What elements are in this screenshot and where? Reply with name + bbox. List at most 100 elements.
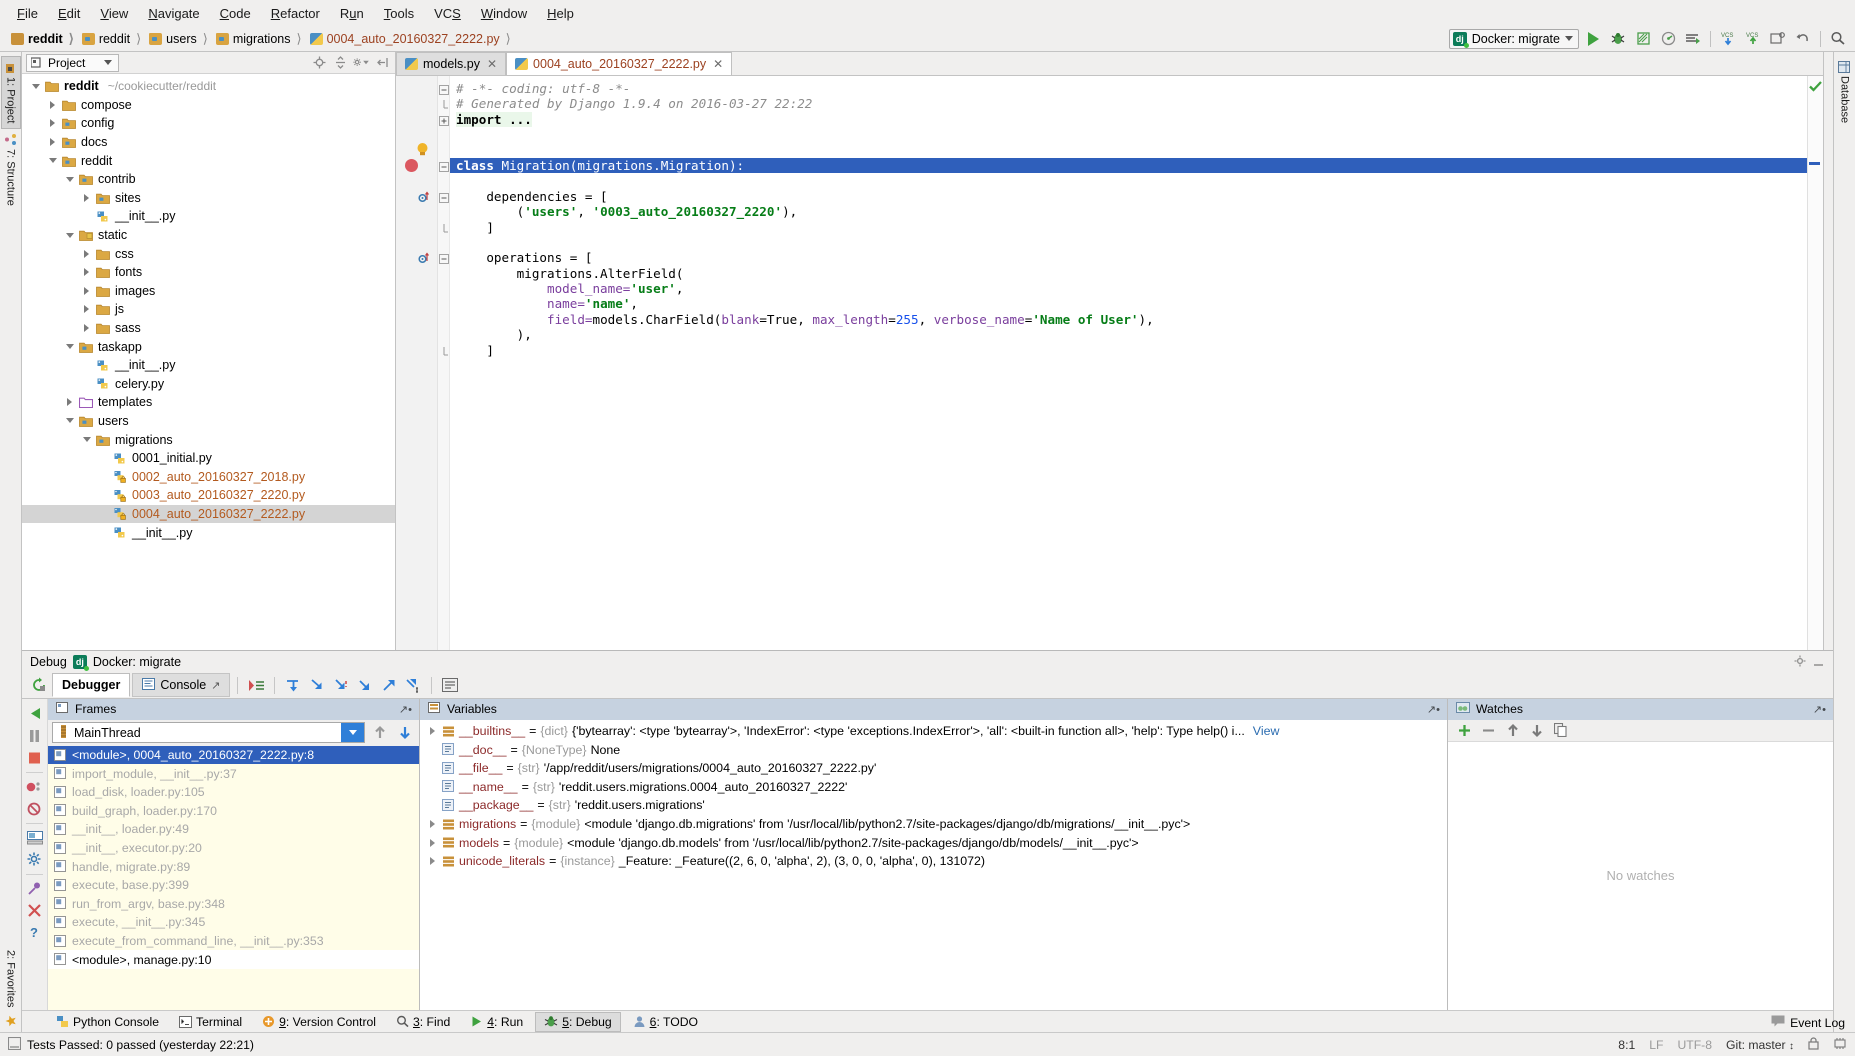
help-icon[interactable]: ?: [24, 922, 46, 944]
frame-item[interactable]: execute, base.py:399: [48, 876, 419, 895]
field-marker-icon[interactable]: [418, 251, 431, 267]
copy-icon[interactable]: [1550, 721, 1571, 740]
chevron-right-icon[interactable]: [47, 99, 58, 110]
code-line[interactable]: [450, 127, 1807, 142]
chevron-right-icon[interactable]: [81, 192, 92, 203]
menu-refactor[interactable]: Refactor: [262, 3, 329, 24]
resume-program-icon[interactable]: [24, 703, 46, 725]
chevron-right-icon[interactable]: [81, 248, 92, 259]
field-marker-icon[interactable]: [418, 190, 431, 206]
project-tree[interactable]: reddit~/cookiecutter/redditcomposeconfig…: [22, 74, 395, 650]
lock-icon[interactable]: [1808, 1037, 1819, 1053]
tab-models-py[interactable]: models.py ✕: [396, 52, 506, 75]
project-pane-title[interactable]: Project: [26, 54, 119, 72]
code-line[interactable]: [450, 235, 1807, 250]
code-fold-marker[interactable]: [439, 161, 449, 171]
tree-node-sass[interactable]: sass: [22, 319, 395, 338]
gear-icon[interactable]: [1794, 655, 1807, 671]
vcs-update-icon[interactable]: VCS: [1717, 29, 1739, 49]
force-step-into-icon[interactable]: [330, 675, 352, 696]
editor-gutter[interactable]: [396, 76, 438, 650]
chevron-right-icon[interactable]: [47, 137, 58, 148]
tool-window-button-python-console[interactable]: Python Console: [48, 1012, 167, 1032]
collapse-all-icon[interactable]: [332, 54, 349, 71]
frame-item[interactable]: __init__, loader.py:49: [48, 820, 419, 839]
vcs-branch-widget[interactable]: Git: master ↕: [1726, 1038, 1794, 1052]
memory-indicator-icon[interactable]: [1833, 1037, 1847, 1053]
code-line[interactable]: import ...: [450, 112, 1807, 127]
tree-node-sites[interactable]: sites: [22, 189, 395, 208]
variable-row[interactable]: __file__ = {str} '/app/reddit/users/migr…: [420, 759, 1447, 778]
chevron-right-icon[interactable]: [426, 839, 438, 847]
add-watch-icon[interactable]: [1454, 721, 1475, 740]
tree-node--init-py[interactable]: __init__.py: [22, 523, 395, 542]
code-line[interactable]: ]: [450, 343, 1807, 358]
mute-breakpoints-icon[interactable]: [24, 798, 46, 820]
tool-window-button-terminal[interactable]: Terminal: [171, 1012, 250, 1032]
menu-file[interactable]: File: [8, 3, 47, 24]
pin-icon[interactable]: ↗: [211, 679, 220, 692]
tool-window-button-6-todo[interactable]: 6: TODO: [625, 1012, 706, 1032]
hide-panel-icon[interactable]: [374, 54, 391, 71]
event-log-widget[interactable]: Event Log: [1771, 1015, 1845, 1030]
chevron-down-icon[interactable]: [341, 723, 364, 742]
tab-debugger[interactable]: Debugger: [52, 673, 130, 697]
settings-pin-icon[interactable]: ↗•: [1427, 703, 1440, 716]
sidebar-item-structure[interactable]: 7: Structure: [2, 129, 20, 211]
remove-watch-icon[interactable]: [1478, 721, 1499, 740]
undo-icon[interactable]: [1792, 29, 1814, 49]
tree-node-0002-auto-20160327-2018-py[interactable]: 0002_auto_20160327_2018.py: [22, 467, 395, 486]
frame-item[interactable]: build_graph, loader.py:170: [48, 802, 419, 821]
variable-row[interactable]: __builtins__ = {dict} {'bytearray': <typ…: [420, 722, 1447, 741]
tree-node-js[interactable]: js: [22, 300, 395, 319]
tab-migration-py[interactable]: 0004_auto_20160327_2222.py ✕: [506, 52, 732, 75]
chevron-right-icon[interactable]: [64, 397, 75, 408]
code-line[interactable]: [450, 173, 1807, 188]
code-fold-marker[interactable]: [439, 115, 449, 125]
code-line[interactable]: operations = [: [450, 250, 1807, 265]
code-fold-marker[interactable]: [439, 346, 449, 356]
frame-item[interactable]: execute, __init__.py:345: [48, 913, 419, 932]
variable-row[interactable]: unicode_literals = {instance} _Feature: …: [420, 852, 1447, 871]
close-icon[interactable]: ✕: [713, 57, 723, 71]
step-into-icon[interactable]: [306, 675, 328, 696]
scroll-from-source-icon[interactable]: [311, 54, 328, 71]
tree-node-compose[interactable]: compose: [22, 96, 395, 115]
chevron-right-icon[interactable]: [81, 285, 92, 296]
thread-selector[interactable]: MainThread: [52, 722, 365, 743]
chevron-down-icon[interactable]: [47, 155, 58, 166]
breadcrumb-item-3[interactable]: migrations ⟩: [213, 31, 307, 47]
tree-node-reddit[interactable]: reddit~/cookiecutter/reddit: [22, 77, 395, 96]
code-line[interactable]: name='name',: [450, 296, 1807, 311]
chevron-down-icon[interactable]: [64, 415, 75, 426]
menu-help[interactable]: Help: [538, 3, 583, 24]
chevron-down-icon[interactable]: [30, 81, 41, 92]
code-line[interactable]: # -*- coding: utf-8 -*-: [450, 81, 1807, 96]
code-fold-marker[interactable]: [439, 192, 449, 202]
sidebar-item-project[interactable]: 1: Project: [1, 56, 21, 129]
code-line[interactable]: [450, 143, 1807, 158]
settings-icon[interactable]: [24, 849, 46, 871]
tree-node-templates[interactable]: templates: [22, 393, 395, 412]
tree-node-celery-py[interactable]: celery.py: [22, 375, 395, 394]
sidebar-item-database[interactable]: Database: [1836, 56, 1854, 128]
hide-panel-icon[interactable]: [1812, 655, 1825, 671]
frame-item[interactable]: run_from_argv, base.py:348: [48, 895, 419, 914]
tree-node-contrib[interactable]: contrib: [22, 170, 395, 189]
breadcrumb-item-4[interactable]: 0004_auto_20160327_2222.py ⟩: [307, 31, 516, 47]
search-everywhere-icon[interactable]: [1827, 29, 1849, 49]
code-line[interactable]: field=models.CharField(blank=True, max_l…: [450, 312, 1807, 327]
stop-program-icon[interactable]: [24, 747, 46, 769]
code-fold-marker[interactable]: [439, 223, 449, 233]
run-configuration-selector[interactable]: dj Docker: migrate: [1449, 29, 1579, 49]
intention-bulb-icon[interactable]: [416, 142, 429, 160]
step-out-icon[interactable]: [354, 675, 376, 696]
chevron-right-icon[interactable]: [47, 118, 58, 129]
tree-node--init-py[interactable]: __init__.py: [22, 207, 395, 226]
step-over-icon[interactable]: [282, 675, 304, 696]
frames-list[interactable]: <module>, 0004_auto_20160327_2222.py:8im…: [48, 746, 419, 1010]
breakpoint-icon[interactable]: [405, 159, 418, 172]
menu-edit[interactable]: Edit: [49, 3, 89, 24]
menu-navigate[interactable]: Navigate: [139, 3, 208, 24]
tree-node-0003-auto-20160327-2220-py[interactable]: 0003_auto_20160327_2220.py: [22, 486, 395, 505]
